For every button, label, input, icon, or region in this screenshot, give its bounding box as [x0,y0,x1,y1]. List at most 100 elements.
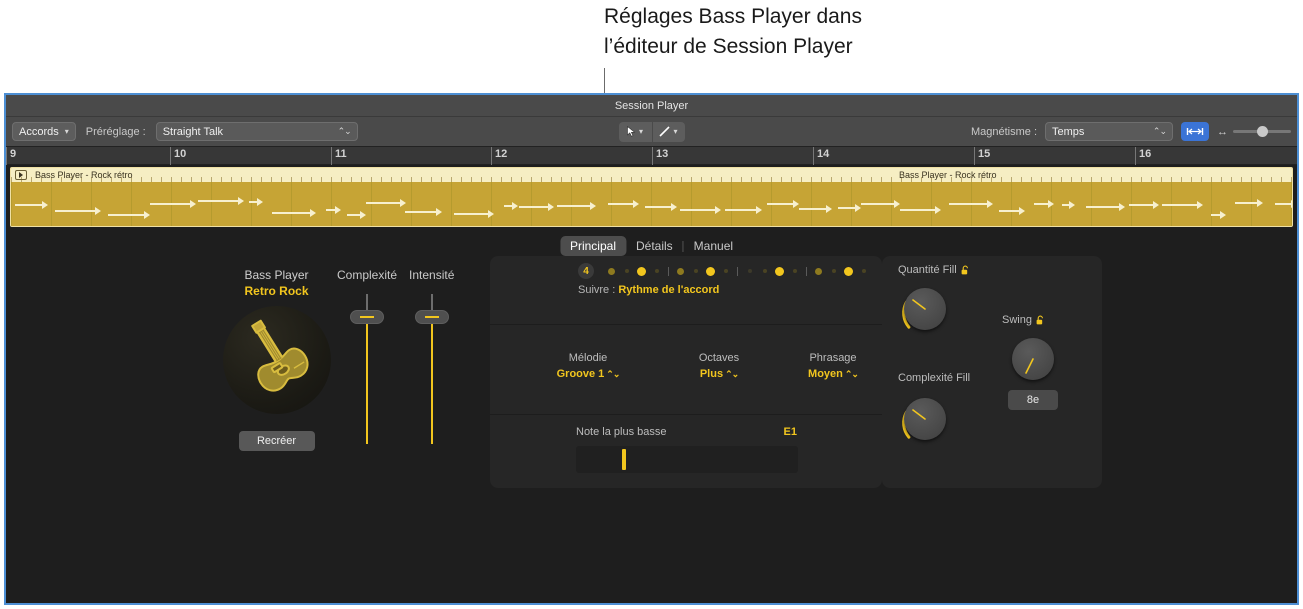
region-note-head [1257,199,1263,207]
rhythm-step[interactable] [634,266,649,276]
tab-manuel[interactable]: Manuel [684,236,743,256]
ruler-bar-mark: 14 [813,147,829,165]
region-note [900,209,936,211]
preset-value: Straight Talk [162,125,224,138]
zoom-slider[interactable]: ↔ [1217,126,1291,138]
rhythm-step[interactable] [811,267,826,275]
ruler-bar-mark: 10 [170,147,186,165]
tool-selector-group: ▾ ▾ [618,121,685,142]
fill-complexity-knob[interactable] [896,392,954,450]
pointer-tool-button[interactable]: ▾ [619,122,652,142]
region-note-head [400,199,406,207]
intensity-slider-handle[interactable] [414,310,449,324]
region-note [725,209,757,211]
player-artwork[interactable] [222,306,331,414]
region-note-head [190,200,196,208]
rhythm-step-dot [792,269,797,273]
region-note-head [793,200,799,208]
beat-count-badge[interactable]: 4 [578,263,594,279]
region-note [1086,206,1120,208]
rhythm-step-dot [775,266,784,276]
region-note-head [987,200,993,208]
region-note-head [855,204,861,212]
rhythm-step[interactable] [757,269,772,273]
region-note-head [144,211,150,219]
rhythm-step[interactable] [673,267,688,275]
rhythm-step[interactable] [841,266,856,276]
region-note [347,214,361,216]
pencil-tool-button[interactable]: ▾ [651,121,685,142]
region-note [1129,204,1154,206]
complexity-slider-handle[interactable] [350,310,385,324]
recreate-button[interactable]: Recréer [238,431,315,451]
pointer-icon [627,126,636,137]
region-note [1162,204,1198,206]
follow-setting[interactable]: Suivre : Rythme de l'accord [578,284,719,296]
region-note [454,213,489,215]
rhythm-step[interactable] [856,269,871,273]
rhythm-step[interactable] [604,267,619,275]
chevron-updown-icon: ⌃⌄ [337,126,352,136]
fill-amount-knob[interactable] [896,282,954,340]
rhythm-step[interactable] [619,269,634,273]
rhythm-step[interactable] [703,266,718,276]
ruler-bar-mark: 13 [652,147,668,165]
rhythm-step[interactable] [826,269,841,273]
zoom-track[interactable] [1233,126,1291,137]
region-note-head [1291,200,1292,208]
callout-text: Réglages Bass Player dans l’éditeur de S… [604,5,862,58]
snap-value: Temps [1052,125,1085,138]
rhythm-step[interactable] [772,266,787,276]
swing-knob[interactable] [1004,332,1062,390]
region-note [838,207,856,209]
editor-tabs: Principal Détails Manuel [559,236,743,256]
player-card: Bass Player Retro Rock Recréer [219,268,334,451]
swing-division-button[interactable]: 8e [1008,390,1058,410]
rhythm-step-dot [706,266,715,276]
rhythm-step[interactable] [688,269,703,273]
region-note [519,206,549,208]
region-note-head [671,203,677,211]
rhythm-step[interactable] [718,269,733,273]
tab-principal[interactable]: Principal [559,236,626,256]
snap-to-grid-toggle[interactable] [1181,122,1209,141]
region-note [999,210,1020,212]
region-note-head [257,198,263,206]
complexity-slider[interactable]: Complexité [337,268,397,444]
lowest-note-value: E1 [783,426,797,438]
region-beat-ticks [11,168,1292,182]
rhythm-step[interactable] [742,269,757,273]
lowest-note-slider[interactable] [576,446,798,473]
rhythm-step-dot [762,269,767,273]
lowest-note-marker[interactable] [622,449,626,470]
region-note [608,203,634,205]
zoom-knob[interactable] [1257,126,1269,137]
region-note [1275,203,1292,205]
region-note-head [360,211,366,219]
intensity-slider[interactable]: Intensité [409,268,454,444]
rhythm-step[interactable] [787,269,802,273]
tab-details[interactable]: Détails [626,236,683,256]
rhythm-pattern-row[interactable]: 4 [578,263,871,279]
chords-button[interactable]: Accords ▾ [12,122,76,141]
bass-player-region[interactable]: Bass Player - Rock rétro Bass Player - R… [10,167,1293,227]
region-title-repeat: Bass Player - Rock rétro [899,170,997,180]
snap-dropdown[interactable]: Temps ⌃⌄ [1045,122,1173,141]
region-note-head [935,206,941,214]
play-region-icon[interactable] [15,170,27,180]
rhythm-step-dot [624,269,629,273]
region-note [198,200,239,202]
region-note [272,212,311,214]
complexity-slider-track[interactable] [350,294,385,444]
region-note-head [590,202,596,210]
rhythm-step[interactable] [649,269,664,273]
bar-ruler[interactable]: 9 10 11 12 13 14 15 16 [6,147,1297,165]
chevron-down-icon: ▾ [638,126,643,136]
region-note [1235,202,1258,204]
window-titlebar: Session Player [6,95,1297,117]
region-header: Bass Player - Rock rétro Bass Player - R… [11,168,1292,182]
preset-dropdown[interactable]: Straight Talk ⌃⌄ [155,122,358,141]
swing-label: Swing [1002,314,1045,326]
intensity-slider-track[interactable] [414,294,449,444]
region-note-head [95,207,101,215]
